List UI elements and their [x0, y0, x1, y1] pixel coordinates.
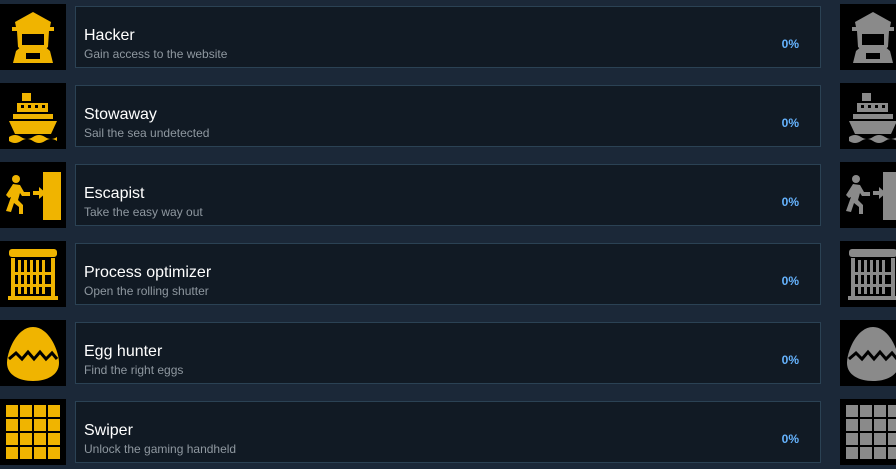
achievement-card[interactable]: Egg hunter Find the right eggs 0%	[75, 322, 821, 384]
achievement-icon-unlocked	[0, 399, 66, 465]
achievement-card[interactable]: Hacker Gain access to the website 0%	[75, 6, 821, 68]
achievement-icon-locked	[840, 4, 896, 70]
achievement-title: Escapist	[84, 185, 145, 202]
rolling-shutter-icon	[848, 249, 896, 300]
achievement-icon-locked	[840, 162, 896, 228]
achievement-card[interactable]: Process optimizer Open the rolling shutt…	[75, 243, 821, 305]
achievement-percent: 0%	[781, 274, 799, 288]
achievement-percent: 0%	[781, 353, 799, 367]
achievement-icon-locked	[840, 320, 896, 386]
achievement-icon-unlocked	[0, 241, 66, 307]
achievement-icon-locked	[840, 241, 896, 307]
grid-icon	[846, 405, 896, 459]
achievement-icon-unlocked	[0, 320, 66, 386]
achievement-icon-locked	[840, 83, 896, 149]
achievement-card[interactable]: Stowaway Sail the sea undetected 0%	[75, 85, 821, 147]
achievement-percent: 0%	[781, 195, 799, 209]
achievement-card[interactable]: Escapist Take the easy way out 0%	[75, 164, 821, 226]
achievement-description: Take the easy way out	[84, 205, 203, 219]
achievement-icon-locked	[840, 399, 896, 465]
achievement-icon-unlocked	[0, 4, 66, 70]
hooded-hacker-icon	[12, 12, 54, 63]
ship-icon	[9, 93, 57, 143]
achievement-title: Swiper	[84, 422, 133, 439]
achievement-percent: 0%	[781, 432, 799, 446]
achievement-percent: 0%	[781, 37, 799, 51]
achievement-title: Stowaway	[84, 106, 157, 123]
achievement-row: Hacker Gain access to the website 0%	[0, 4, 896, 70]
achievement-description: Unlock the gaming handheld	[84, 442, 237, 456]
achievement-title: Egg hunter	[84, 343, 163, 360]
achievement-percent: 0%	[781, 116, 799, 130]
achievement-description: Find the right eggs	[84, 363, 184, 377]
achievement-description: Sail the sea undetected	[84, 126, 210, 140]
rolling-shutter-icon	[8, 249, 58, 300]
exit-door-icon	[6, 172, 61, 220]
achievement-row: Stowaway Sail the sea undetected 0%	[0, 83, 896, 149]
hooded-hacker-icon	[852, 12, 894, 63]
ship-icon	[849, 93, 896, 143]
achievement-card[interactable]: Swiper Unlock the gaming handheld 0%	[75, 401, 821, 463]
achievement-title: Process optimizer	[84, 264, 212, 281]
achievement-title: Hacker	[84, 27, 135, 44]
achievement-description: Gain access to the website	[84, 47, 228, 61]
exit-door-icon	[846, 172, 896, 220]
achievement-row: Escapist Take the easy way out 0%	[0, 162, 896, 228]
achievement-row: Swiper Unlock the gaming handheld 0%	[0, 399, 896, 465]
achievement-description: Open the rolling shutter	[84, 284, 209, 298]
achievement-icon-unlocked	[0, 83, 66, 149]
egg-icon	[5, 325, 61, 383]
achievement-row: Process optimizer Open the rolling shutt…	[0, 241, 896, 307]
grid-icon	[6, 405, 60, 459]
achievement-icon-unlocked	[0, 162, 66, 228]
achievement-row: Egg hunter Find the right eggs 0%	[0, 320, 896, 386]
egg-icon	[845, 325, 896, 383]
